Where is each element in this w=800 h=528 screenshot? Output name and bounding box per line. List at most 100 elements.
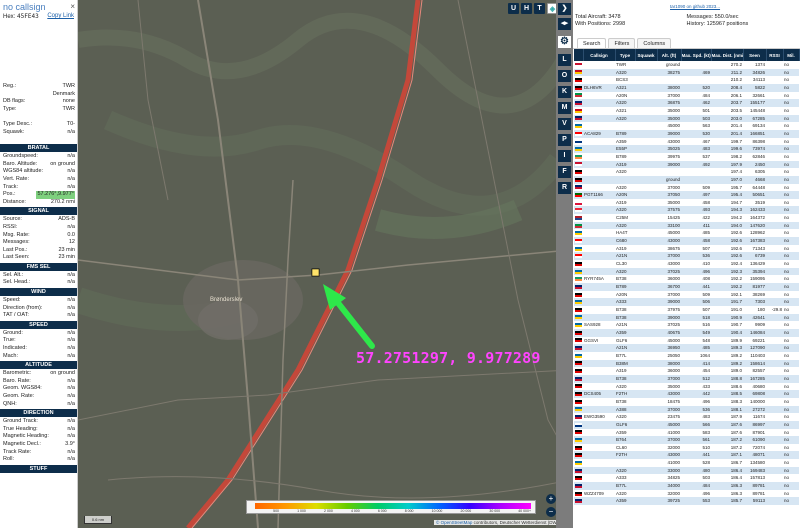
table-row[interactable]: B738 39000 518 190.9 42641 no [574,313,799,322]
table-row[interactable]: B38M 38000 414 189.2 158614 no [574,359,799,368]
table-row[interactable]: GGSVI GLF6 45000 548 189.9 69221 no [574,336,799,345]
section-signal[interactable]: SIGNAL [0,207,77,216]
column-header[interactable]: Alt. (ft) [657,49,682,61]
gear-icon[interactable]: ⚙ [558,36,571,48]
app-link[interactable]: tar1090 on github 2023... [670,4,720,9]
table-row[interactable]: A320 37025 496 192.3 35394 no [574,267,799,276]
toggle-r-button[interactable]: R [558,182,571,194]
table-row[interactable]: C25M 15425 422 194.2 164372 no [574,214,799,222]
table-row[interactable]: GLF6 45000 566 187.6 86997 no [574,420,799,429]
zoom-in-button[interactable]: + [546,494,556,504]
h-button[interactable]: H [521,3,532,14]
table-row[interactable]: A359 40675 549 190.4 146084 no [574,328,799,337]
table-row[interactable]: B77L 25050 1064 189.2 110403 no [574,351,799,360]
section-altitude[interactable]: ALTITUDE [0,361,77,370]
toggle-o-button[interactable]: O [558,70,571,82]
table-row[interactable]: A320 33000 480 186.4 169483 no [574,466,799,475]
table-row[interactable]: PGT1166 A20N 37050 497 195.4 50651 no [574,191,799,199]
table-row[interactable]: B764 37000 561 187.2 61090 no [574,436,799,444]
table-row[interactable]: A319 35000 458 194.7 3519 no [574,198,799,207]
table-row[interactable]: DCS405 F2TH 43000 442 188.5 69808 no [574,390,799,398]
section-baltal[interactable]: BRATAL [0,144,77,153]
t-button[interactable]: T [534,3,545,14]
osm-link[interactable]: © OpenStreetMap [436,520,472,525]
table-row[interactable]: HA4T 45000 485 192.6 128962 no [574,229,799,238]
table-row[interactable]: A333 39000 506 191.7 7303 no [574,298,799,306]
section-stuff[interactable]: STUFF [0,464,77,473]
table-row[interactable]: A321 35000 501 203.5 145448 no [574,106,799,115]
table-row[interactable]: 45000 563 201.4 69134 no [574,122,799,130]
table-row[interactable]: A359 39725 553 185.7 59113 no [574,497,799,506]
table-row[interactable]: A319 38675 507 192.6 71343 no [574,244,799,253]
table-row[interactable]: A359 43000 467 199.7 86398 no [574,137,799,146]
column-header[interactable]: Max. Dist. (nmi) [711,49,744,61]
map-view[interactable]: Brønderslev 57.2751297, 9.977289 U H T ◈… [78,0,570,528]
table-row[interactable]: CL30 43000 410 192.4 136429 no [574,260,799,268]
collapse-icon[interactable]: ❯ [558,3,571,15]
table-row[interactable]: 41000 528 186.7 134580 no [574,459,799,467]
tab-search[interactable]: Search [577,38,607,48]
column-header[interactable]: Type [615,49,636,61]
toggle-p-button[interactable]: P [558,134,571,146]
column-header[interactable]: Mil. [783,49,800,61]
table-row[interactable]: A359 41000 583 187.6 87901 no [574,428,799,437]
toggle-m-button[interactable]: M [558,102,571,114]
table-row[interactable]: A320 38275 469 211.2 34826 no [574,68,799,77]
table-row[interactable]: A320 33100 411 194.0 147620 no [574,221,799,230]
column-header[interactable]: Max. Spd. (kt) [681,49,712,61]
aircraft-marker-icon[interactable] [311,268,320,277]
toggle-i-button[interactable]: I [558,150,571,162]
column-header[interactable]: Squawk [635,49,658,61]
table-row[interactable]: A320 197.4 6305 no [574,168,799,176]
table-row[interactable]: A320 37000 509 195.7 64448 no [574,183,799,192]
column-header[interactable] [574,49,584,61]
section-wind[interactable]: WIND [0,288,77,297]
tab-filters[interactable]: Filters [608,38,636,48]
table-row[interactable]: WZZ4709 A320 32000 496 186.3 89781 no [574,489,799,498]
table-row[interactable]: A388 37000 536 188.1 27272 no [574,405,799,414]
table-row[interactable]: SAS928 A21N 37025 516 190.7 9909 no [574,321,799,329]
expand-icon[interactable]: ◂▸ [558,18,571,30]
column-header[interactable]: Callsign [583,49,616,61]
toggle-k-button[interactable]: K [558,86,571,98]
table-row[interactable]: A21N 37000 536 192.6 6739 no [574,252,799,261]
column-header[interactable]: Seen [743,49,767,61]
table-row[interactable]: A319 36000 454 189.0 82557 no [574,367,799,375]
table-row[interactable]: F2TH 43000 441 187.1 48071 no [574,451,799,460]
table-row[interactable]: A21N 36950 485 189.3 127090 no [574,344,799,352]
table-row[interactable]: DLH6VR A321 38000 520 208.4 5822 no [574,83,799,92]
table-row[interactable]: E55P 35025 483 199.6 73974 no [574,145,799,153]
table-row[interactable]: B789 36700 441 192.2 81977 no [574,283,799,291]
table-row[interactable]: B738 37000 512 188.8 167285 no [574,374,799,383]
table-row[interactable]: B738 18475 496 188.3 140000 no [574,397,799,406]
toggle-f-button[interactable]: F [558,166,571,178]
table-row[interactable]: B738 37975 507 191.0 180 -29.8 no [574,306,799,314]
table-row[interactable]: B77L 34000 484 186.3 89781 no [574,482,799,490]
copy-link[interactable]: Copy Link [47,13,74,20]
table-row[interactable]: A20N 37000 484 206.1 32661 no [574,91,799,100]
u-button[interactable]: U [508,3,519,14]
toggle-v-button[interactable]: V [558,118,571,130]
section-fms[interactable]: FMS SEL [0,262,77,271]
table-row[interactable]: A320 37575 493 194.3 162433 no [574,206,799,215]
table-row[interactable]: A320 35000 503 203.0 67285 no [574,114,799,123]
close-icon[interactable]: × [70,2,75,11]
table-row[interactable]: ACA829 B789 39000 530 201.4 166851 no [574,129,799,138]
column-header[interactable]: RSSI [766,49,784,61]
zoom-out-button[interactable]: − [546,507,556,517]
table-row[interactable]: BCS3 210.2 34113 no [574,76,799,84]
table-row[interactable]: A333 34825 503 186.4 157813 no [574,474,799,483]
section-direction[interactable]: DIRECTION [0,409,77,418]
table-row[interactable]: CL60 32000 510 187.2 72074 no [574,443,799,452]
table-row[interactable]: A320 35000 433 188.6 40680 no [574,382,799,391]
table-row[interactable]: EWG3590 A320 23475 483 187.9 11674 no [574,413,799,421]
table-row[interactable]: A20N 37000 509 192.1 38269 no [574,290,799,299]
toggle-l-button[interactable]: L [558,54,571,66]
table-row[interactable]: B789 39975 537 198.2 62846 no [574,152,799,161]
tab-columns[interactable]: Columns [637,38,672,48]
table-row[interactable]: RYR745A B738 36000 408 192.2 159095 no [574,275,799,284]
table-row[interactable]: C680 43000 458 192.6 167383 no [574,237,799,245]
table-row[interactable]: A320 36875 462 203.7 155177 no [574,99,799,107]
table-row[interactable]: A319 39000 492 197.9 2450 no [574,160,799,169]
table-row[interactable]: TWR ground 270.2 1374 no [574,61,799,69]
